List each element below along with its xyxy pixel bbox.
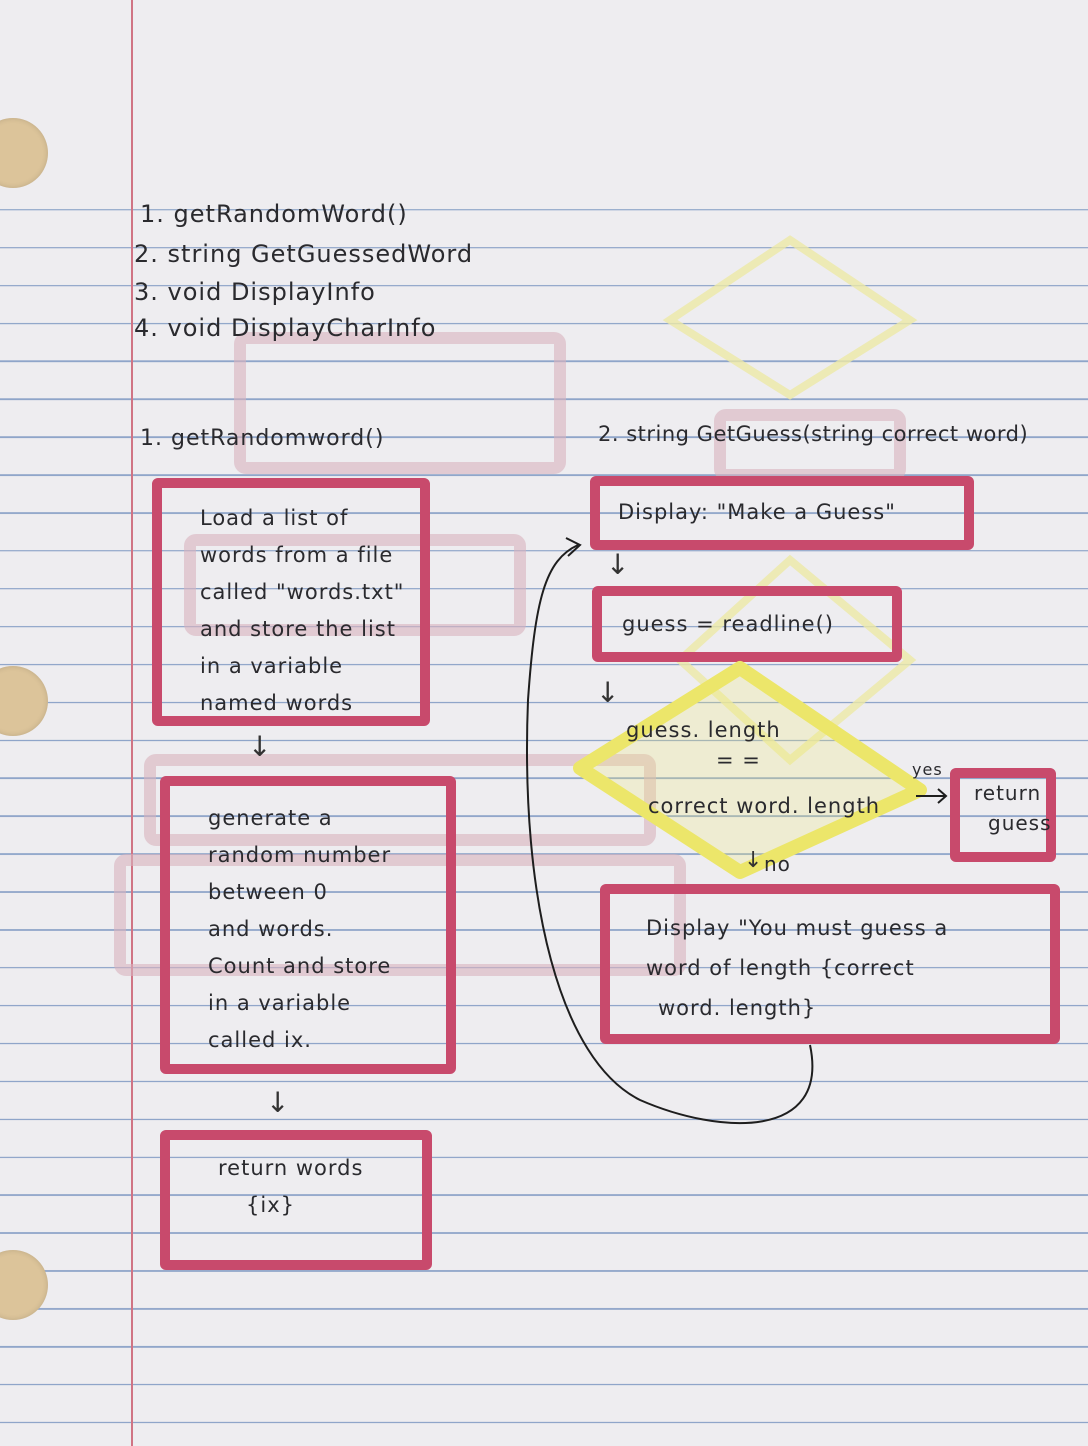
- box-line: return words: [218, 1156, 364, 1180]
- box-line: and words.: [208, 917, 334, 941]
- box-line: guess: [988, 811, 1052, 835]
- box-line: {ix}: [246, 1193, 295, 1217]
- function-list-item: 2. string GetGuessedWord: [134, 240, 474, 268]
- box-line: Load a list of: [200, 506, 349, 530]
- box-line: in a variable: [208, 991, 352, 1015]
- box-line: random number: [208, 843, 392, 867]
- box-line: Display: "Make a Guess": [618, 500, 896, 524]
- box-line: called "words.txt": [200, 580, 405, 604]
- margin-line: [131, 0, 133, 1446]
- box-line: return: [974, 781, 1042, 805]
- down-arrow-icon: ↓: [744, 848, 763, 873]
- left-flow-title: 1. getRandomword(): [140, 426, 385, 451]
- function-list-item: 4. void DisplayCharInfo: [134, 314, 437, 342]
- box-line: and store the list: [200, 617, 396, 641]
- flow-box-read-guess: guess = readline(): [592, 586, 902, 662]
- flow-box-return-guess: return guess: [950, 768, 1056, 862]
- down-arrow-icon: ↓: [596, 676, 620, 709]
- flow-box-load-words: Load a list of words from a file called …: [152, 478, 430, 726]
- box-line: named words: [200, 691, 354, 715]
- box-line: called ix.: [208, 1028, 312, 1052]
- no-label: no: [764, 852, 791, 876]
- flow-box-display-prompt: Display: "Make a Guess": [590, 476, 974, 550]
- down-arrow-icon: ↓: [248, 730, 272, 763]
- box-line: Display "You must guess a: [646, 916, 949, 940]
- flow-box-return-word: return words {ix}: [160, 1130, 432, 1270]
- decision-line: = =: [716, 748, 761, 772]
- box-line: word. length}: [658, 996, 817, 1020]
- box-line: words from a file: [200, 543, 394, 567]
- box-line: Count and store: [208, 954, 392, 978]
- down-arrow-icon: ↓: [266, 1086, 290, 1119]
- flow-box-length-error: Display "You must guess a word of length…: [600, 884, 1060, 1044]
- down-arrow-icon: ↓: [606, 548, 630, 581]
- function-list-item: 1. getRandomWord(): [140, 200, 408, 228]
- paper-top-margin: [0, 0, 1088, 190]
- box-line: generate a: [208, 806, 333, 830]
- box-line: word of length {correct: [646, 956, 915, 980]
- yes-label: yes: [912, 760, 943, 779]
- box-line: in a variable: [200, 654, 344, 678]
- box-line: guess = readline(): [622, 612, 834, 636]
- flow-box-generate-random: generate a random number between 0 and w…: [160, 776, 456, 1074]
- box-line: between 0: [208, 880, 328, 904]
- right-flow-title: 2. string GetGuess(string correct word): [598, 422, 1029, 446]
- decision-line: correct word. length: [648, 794, 881, 818]
- function-list-item: 3. void DisplayInfo: [134, 278, 376, 306]
